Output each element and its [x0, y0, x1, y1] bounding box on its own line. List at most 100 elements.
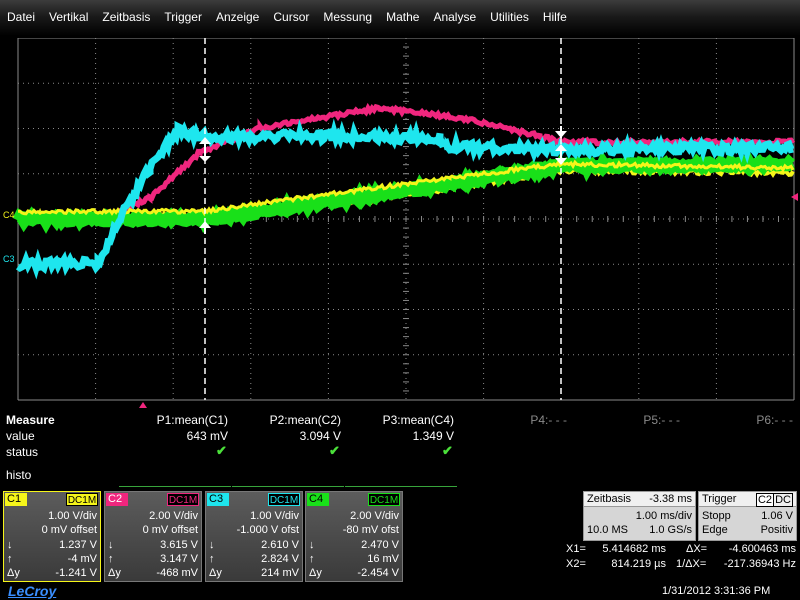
- trigger-slope: Positiv: [761, 524, 793, 536]
- down-arrow-icon: ↓: [309, 539, 315, 551]
- up-arrow-icon: ↑: [7, 553, 13, 565]
- channel-c2-box[interactable]: C2 DC1M 2.00 V/div 0 mV offset ↓ 3.615 V…: [104, 491, 202, 582]
- cursor-x2-label: X2=: [566, 558, 586, 570]
- timebase-box[interactable]: Zeitbasis -3.38 ms 1.00 ms/div 10.0 MS 1…: [583, 491, 696, 541]
- histo-p3-bar: [345, 486, 457, 487]
- menu-zeitbasis[interactable]: Zeitbasis: [102, 10, 150, 24]
- menu-datei[interactable]: Datei: [7, 10, 35, 24]
- channel-c1-coupling: DC1M: [66, 493, 98, 506]
- channel-c3-tag: C3: [207, 493, 229, 506]
- waveform-display[interactable]: C4 C3: [0, 38, 800, 408]
- menu-trigger[interactable]: Trigger: [164, 10, 202, 24]
- histo-p1-bar: [119, 486, 231, 487]
- trigger-level: 1.06 V: [761, 510, 793, 522]
- channel-c3-dy: 214 mV: [261, 567, 299, 579]
- timebase-rate: 1.0 GS/s: [649, 524, 692, 536]
- down-arrow-icon: ↓: [7, 539, 13, 551]
- cursor-x1-value: 5.414682 ms: [602, 543, 666, 555]
- histo-p2-bar: [232, 486, 344, 487]
- measure-title: Measure: [6, 413, 55, 427]
- param-p5-name[interactable]: P5:- - -: [643, 413, 680, 427]
- channel-c2-up: 3.147 V: [160, 553, 198, 565]
- delta-y-label: Δy: [7, 567, 20, 579]
- cursor-x2-value: 814.219 µs: [611, 558, 666, 570]
- cursor-inv-dx-value: -217.36943 Hz: [724, 558, 796, 570]
- date-time: 1/31/2012 3:31:36 PM: [662, 585, 770, 597]
- channel-c4-up: 16 mV: [367, 553, 399, 565]
- param-p3-status-check-icon: ✔: [442, 443, 453, 459]
- menu-bar: Datei Vertikal Zeitbasis Trigger Anzeige…: [0, 0, 800, 36]
- timebase-tdiv: 1.00 ms/div: [636, 510, 692, 522]
- channel-c3-vdiv: 1.00 V/div: [250, 510, 299, 522]
- param-p4-name[interactable]: P4:- - -: [530, 413, 567, 427]
- menu-analyse[interactable]: Analyse: [433, 10, 476, 24]
- menu-hilfe[interactable]: Hilfe: [543, 10, 567, 24]
- channel-c2-down: 3.615 V: [160, 539, 198, 551]
- channel-c3-offset: -1.000 V ofst: [237, 524, 299, 536]
- trigger-label: Trigger: [702, 493, 736, 505]
- channel-c2-offset: 0 mV offset: [143, 524, 198, 536]
- down-arrow-icon: ↓: [209, 539, 215, 551]
- measure-panel: Measure value status P1:mean(C1) 643 mV …: [0, 408, 800, 488]
- channel-c1-up: -4 mV: [68, 553, 97, 565]
- channel-c4-tag: C4: [307, 493, 329, 506]
- cursor-inv-dx-label: 1/ΔX=: [676, 558, 706, 570]
- channel-c1-dy: -1.241 V: [55, 567, 97, 579]
- cursor-dx-value: -4.600463 ms: [729, 543, 796, 555]
- channel-c4-vdiv: 2.00 V/div: [350, 510, 399, 522]
- param-p1-status-check-icon: ✔: [216, 443, 227, 459]
- trigger-source: C2: [756, 493, 774, 507]
- channel-c1-vdiv: 1.00 V/div: [48, 510, 97, 522]
- trigger-coupling: DC: [773, 493, 793, 507]
- channel-c3-coupling: DC1M: [268, 493, 300, 506]
- down-arrow-icon: ↓: [108, 539, 114, 551]
- channel-c1-tag: C1: [5, 493, 27, 506]
- menu-mathe[interactable]: Mathe: [386, 10, 419, 24]
- trigger-type: Edge: [702, 524, 728, 536]
- channel-c2-dy: -468 mV: [156, 567, 198, 579]
- channel-c4-offset: -80 mV ofst: [343, 524, 399, 536]
- delta-y-label: Δy: [108, 567, 121, 579]
- waveform-c3: [18, 127, 793, 269]
- cursor-x1-label: X1=: [566, 543, 586, 555]
- channel-c2-tag: C2: [106, 493, 128, 506]
- menu-messung[interactable]: Messung: [323, 10, 372, 24]
- param-p2-name[interactable]: P2:mean(C2): [270, 413, 341, 427]
- channel-c3-up: 2.824 V: [261, 553, 299, 565]
- menu-anzeige[interactable]: Anzeige: [216, 10, 259, 24]
- channel-c1-down: 1.237 V: [59, 539, 97, 551]
- param-p1-name[interactable]: P1:mean(C1): [157, 413, 228, 427]
- trigger-mode: Stopp: [702, 510, 731, 522]
- channel-c3-down: 2.610 V: [261, 539, 299, 551]
- delta-y-label: Δy: [209, 567, 222, 579]
- channel-c4-coupling: DC1M: [368, 493, 400, 506]
- histo-label: histo: [6, 468, 31, 482]
- menu-vertikal[interactable]: Vertikal: [49, 10, 88, 24]
- waveform-grid[interactable]: C4 C3: [0, 38, 800, 408]
- timebase-delay: -3.38 ms: [649, 493, 692, 505]
- channel-c4-box[interactable]: C4 DC1M 2.00 V/div -80 mV ofst ↓ 2.470 V…: [305, 491, 403, 582]
- measure-row-value: value: [6, 429, 35, 443]
- channel-c4-dy: -2.454 V: [357, 567, 399, 579]
- measure-row-status: status: [6, 445, 38, 459]
- delta-y-label: Δy: [309, 567, 322, 579]
- cursor-x2-arrow-top[interactable]: [555, 126, 567, 138]
- c4-level-marker: C4: [3, 210, 15, 220]
- menu-cursor[interactable]: Cursor: [273, 10, 309, 24]
- channel-c4-down: 2.470 V: [361, 539, 399, 551]
- trigger-box[interactable]: Trigger C2 DC Stopp 1.06 V Edge Positiv: [698, 491, 797, 541]
- up-arrow-icon: ↑: [309, 553, 315, 565]
- param-p3-name[interactable]: P3:mean(C4): [383, 413, 454, 427]
- channel-c1-box[interactable]: C1 DC1M 1.00 V/div 0 mV offset ↓ 1.237 V…: [3, 491, 101, 582]
- timebase-label: Zeitbasis: [587, 493, 631, 505]
- cursor-dx-label: ΔX=: [686, 543, 707, 555]
- param-p1-value: 643 mV: [187, 429, 228, 443]
- timebase-samples: 10.0 MS: [587, 524, 628, 536]
- brand-logo[interactable]: LeCroy: [8, 583, 56, 599]
- channel-c2-coupling: DC1M: [167, 493, 199, 506]
- param-p2-status-check-icon: ✔: [329, 443, 340, 459]
- channel-c3-box[interactable]: C3 DC1M 1.00 V/div -1.000 V ofst ↓ 2.610…: [205, 491, 303, 582]
- up-arrow-icon: ↑: [108, 553, 114, 565]
- param-p6-name[interactable]: P6:- - -: [756, 413, 793, 427]
- menu-utilities[interactable]: Utilities: [490, 10, 529, 24]
